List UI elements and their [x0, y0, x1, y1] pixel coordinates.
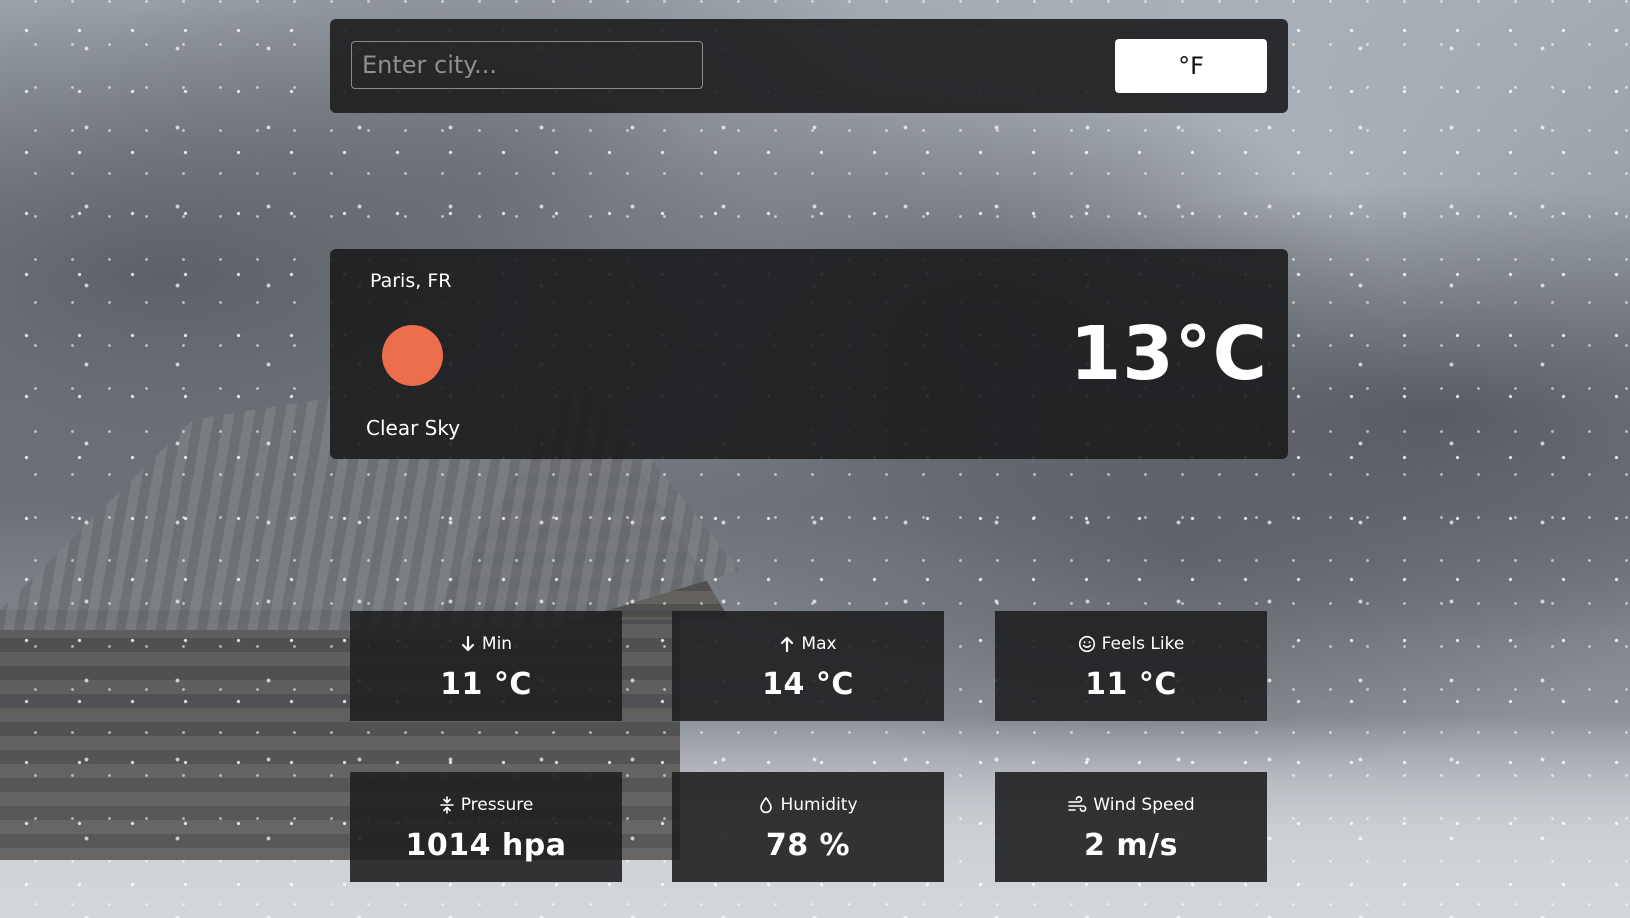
location-label: Paris, FR: [370, 270, 452, 292]
stat-value-feels-like: 11 °C: [1085, 667, 1177, 702]
condition-label: Clear Sky: [366, 416, 461, 440]
stat-label-humidity: Humidity: [780, 795, 858, 815]
search-bar: °F: [330, 19, 1288, 113]
stat-label-feels-like: Feels Like: [1101, 634, 1185, 654]
pressure-icon: [439, 796, 455, 814]
stat-value-pressure: 1014 hpa: [405, 828, 567, 863]
current-weather-card: Paris, FR Clear Sky 13°C: [330, 249, 1288, 459]
current-temperature: 13°C: [1069, 311, 1268, 397]
stat-card-max: Max 14 °C: [672, 611, 944, 721]
wind-icon: [1067, 796, 1087, 814]
stat-value-max: 14 °C: [762, 667, 854, 702]
droplet-icon: [758, 796, 774, 814]
arrow-up-icon: [779, 635, 795, 653]
stat-label-max: Max: [801, 634, 837, 654]
sun-icon: [382, 325, 443, 386]
stat-card-wind-speed: Wind Speed 2 m/s: [995, 772, 1267, 882]
unit-toggle-button[interactable]: °F: [1115, 39, 1267, 93]
stat-label-min: Min: [481, 634, 513, 654]
stat-value-min: 11 °C: [440, 667, 532, 702]
stat-value-humidity: 78 %: [765, 828, 851, 863]
stat-label-pressure: Pressure: [460, 795, 534, 815]
smiley-icon: [1078, 635, 1096, 653]
stat-card-pressure: Pressure 1014 hpa: [350, 772, 622, 882]
stat-label-wind-speed: Wind Speed: [1093, 795, 1195, 815]
city-search-input[interactable]: [351, 41, 703, 89]
stat-card-min: Min 11 °C: [350, 611, 622, 721]
arrow-down-icon: [460, 635, 476, 653]
stat-value-wind-speed: 2 m/s: [1084, 828, 1178, 863]
stat-card-feels-like: Feels Like 11 °C: [995, 611, 1267, 721]
stat-card-humidity: Humidity 78 %: [672, 772, 944, 882]
